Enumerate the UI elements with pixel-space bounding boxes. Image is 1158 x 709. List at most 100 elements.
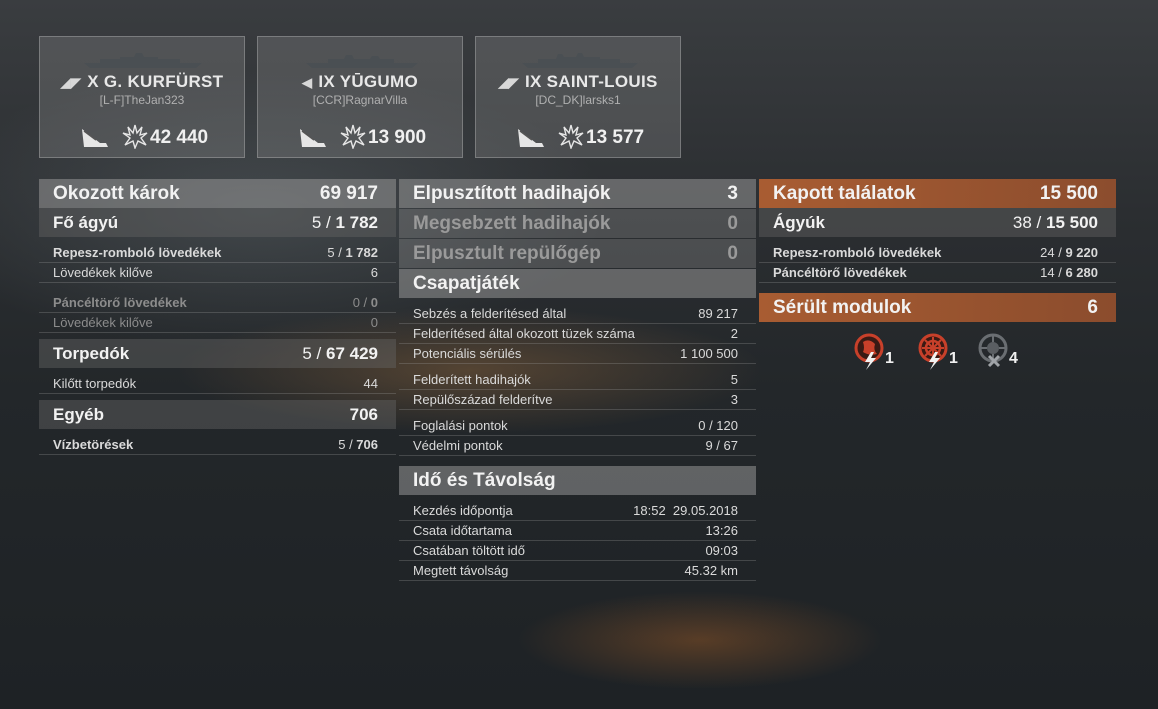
battle-summary-panel: Elpusztított hadihajók 3 Megsebzett hadi… [399, 179, 756, 581]
damage-value: 13 577 [586, 127, 645, 148]
stat-row: Páncéltörő lövedékek 14 / 6 280 [759, 263, 1116, 283]
player-name: [L-F]TheJan323 [99, 93, 185, 107]
header-label: Okozott károk [53, 182, 180, 204]
stat-label: Csatában töltött idő [413, 543, 526, 558]
damaged-modules-header: Sérült modulok 6 [759, 293, 1116, 322]
stat-value: 13:26 [705, 523, 738, 538]
stat-label: Vízbetörések [53, 437, 134, 452]
player-name: [DC_DK]larsks1 [535, 93, 621, 107]
module-item[interactable]: 1 [851, 332, 901, 376]
damage-value: 42 440 [150, 127, 209, 148]
header-value: 15 500 [1039, 182, 1098, 204]
section-label: Ágyúk [773, 212, 825, 232]
stat-row: Sebzés a felderítésed által 89 217 [399, 304, 756, 324]
stat-label: Felderítésed által okozott tüzek száma [413, 326, 635, 341]
header-label: Kapott találatok [773, 182, 916, 204]
stat-label: Sebzés a felderítésed által [413, 306, 567, 321]
header-label: Csapatjáték [413, 272, 520, 294]
stat-label: Kilőtt torpedók [53, 376, 137, 391]
stat-value: 2 [730, 326, 738, 341]
cruiser-silhouette-icon [522, 53, 638, 68]
stat-value: 09:03 [705, 543, 738, 558]
stat-row: Felderítésed által okozott tüzek száma 2 [399, 324, 756, 344]
destroyed-ships-header: Elpusztított hadihajók 3 [399, 179, 756, 208]
stat-label: Lövedékek kilőve [53, 315, 153, 330]
stat-value: 0 / 0 [352, 295, 378, 310]
stat-value: 5 / 1 782 [327, 245, 378, 260]
flag-icon: ◢◤ [498, 75, 519, 90]
stat-row: Repülőszázad felderítve 3 [399, 390, 756, 410]
other-header: Egyéb 706 [39, 400, 396, 429]
section-value: 5 / 1 782 [311, 212, 378, 232]
damage-burst-icon [340, 124, 366, 149]
stat-row: Csatában töltött idő 09:03 [399, 541, 756, 561]
ship-card-3[interactable]: ◢◤ IX SAINT-LOUIS [DC_DK]larsks1 13 577 [475, 36, 681, 158]
sinking-ship-icon [300, 129, 326, 147]
module-icons: 1 1 4 [759, 322, 1116, 382]
section-label: Egyéb [53, 404, 105, 424]
stat-value: 18:52 29.05.2018 [633, 503, 738, 518]
teamwork-header: Csapatjáték [399, 269, 756, 298]
ship-name: ◢◤ X G. KURFÜRST [60, 72, 224, 91]
section-label: Fő ágyú [53, 212, 119, 232]
stat-label: Védelmi pontok [413, 438, 503, 453]
stat-row: Kezdés időpontja 18:52 29.05.2018 [399, 501, 756, 521]
header-label: Elpusztult repülőgép [413, 242, 601, 264]
section-value: 38 / 15 500 [1012, 212, 1098, 232]
damage-burst-icon [558, 124, 584, 149]
stat-label: Repülőszázad felderítve [413, 392, 553, 407]
stat-label: Potenciális sérülés [413, 346, 522, 361]
stat-row: Védelmi pontok 9 / 67 [399, 436, 756, 456]
battleship-silhouette-icon [84, 53, 202, 68]
module-count: 1 [885, 350, 894, 367]
planes-destroyed-header: Elpusztult repülőgép 0 [399, 239, 756, 268]
stat-value: 5 [730, 372, 738, 387]
module-item[interactable]: 1 [915, 332, 965, 376]
stat-label: Repesz-romboló lövedékek [53, 245, 222, 260]
section-label: Torpedók [53, 343, 130, 363]
stat-value: 5 / 706 [338, 437, 378, 452]
stat-label: Repesz-romboló lövedékek [773, 245, 942, 260]
stat-row: Repesz-romboló lövedékek 24 / 9 220 [759, 243, 1116, 263]
module-item[interactable]: 4 [975, 332, 1025, 376]
stat-row: Lövedékek kilőve 0 [39, 313, 396, 333]
flag-icon: ◀ [302, 75, 313, 90]
destroyer-silhouette-icon [306, 55, 418, 68]
damage-dealt-panel: Okozott károk 69 917 Fő ágyú 5 / 1 782 R… [39, 179, 396, 455]
stat-label: Páncéltörő lövedékek [773, 265, 907, 280]
damage-value: 13 900 [368, 127, 427, 148]
stat-row: Páncéltörő lövedékek 0 / 0 [39, 293, 396, 313]
damage-received-panel: Kapott találatok 15 500 Ágyúk 38 / 15 50… [759, 179, 1116, 382]
stat-label: Kezdés időpontja [413, 503, 513, 518]
ship-card-2[interactable]: ◀ IX YŪGUMO [CCR]RagnarVilla 13 900 [257, 36, 463, 158]
stat-row: Kilőtt torpedók 44 [39, 374, 396, 394]
stat-row: Vízbetörések 5 / 706 [39, 435, 396, 455]
stat-value: 0 [370, 315, 378, 330]
guns-header: Ágyúk 38 / 15 500 [759, 208, 1116, 237]
hits-received-header: Kapott találatok 15 500 [759, 179, 1116, 208]
stat-row: Felderített hadihajók 5 [399, 370, 756, 390]
stat-value: 9 / 67 [705, 438, 738, 453]
damage-burst-icon [122, 124, 148, 149]
header-value: 0 [727, 212, 738, 234]
stat-row: Potenciális sérülés 1 100 500 [399, 344, 756, 364]
header-label: Megsebzett hadihajók [413, 212, 611, 234]
damage-dealt-header: Okozott károk 69 917 [39, 179, 396, 208]
stat-label: Páncéltörő lövedékek [53, 295, 187, 310]
header-label: Elpusztított hadihajók [413, 182, 611, 204]
stat-row: Megtett távolság 45.32 km [399, 561, 756, 581]
stat-value: 1 100 500 [680, 346, 738, 361]
main-battery-header: Fő ágyú 5 / 1 782 [39, 208, 396, 237]
stat-value: 24 / 9 220 [1040, 245, 1098, 260]
module-count: 1 [949, 350, 958, 367]
time-distance-header: Idő és Távolság [399, 466, 756, 495]
damaged-ships-header: Megsebzett hadihajók 0 [399, 209, 756, 238]
ship-name: ◢◤ IX SAINT-LOUIS [498, 72, 658, 91]
sinking-ship-icon [518, 129, 544, 147]
stat-value: 6 [370, 265, 378, 280]
flag-icon: ◢◤ [60, 75, 82, 90]
ship-card-1[interactable]: ◢◤ X G. KURFÜRST [L-F]TheJan323 42 440 [39, 36, 245, 158]
stat-label: Csata időtartama [413, 523, 512, 538]
stat-row: Repesz-romboló lövedékek 5 / 1 782 [39, 243, 396, 263]
header-value: 6 [1087, 296, 1098, 318]
